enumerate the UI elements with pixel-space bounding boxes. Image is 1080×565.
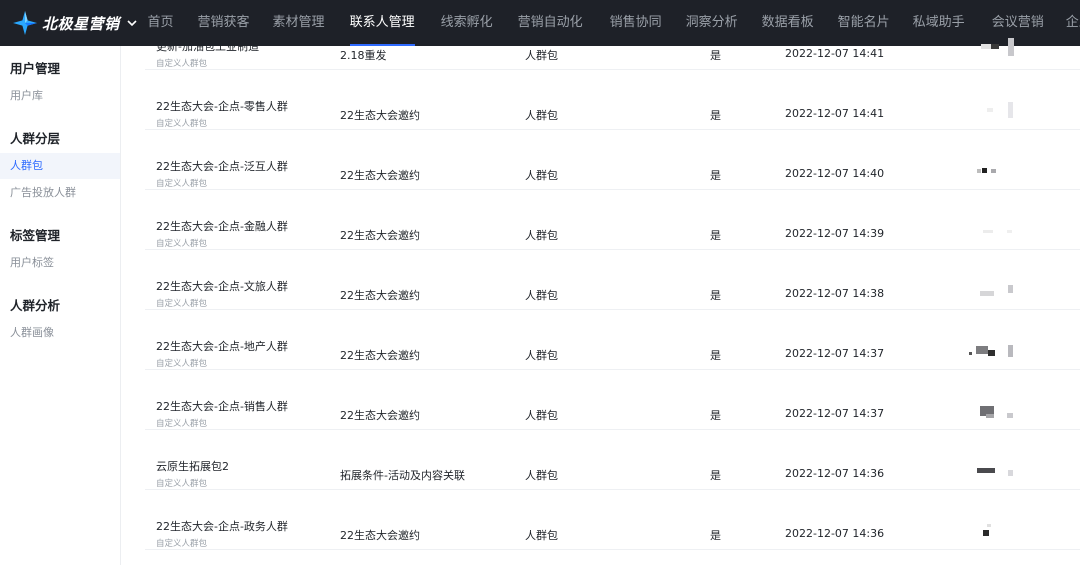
row-name[interactable]: 22生态大会-企点-文旅人群 <box>156 278 288 294</box>
row-source: 拓展条件-活动及内容关联 <box>340 469 465 482</box>
row-flag: 是 <box>710 49 721 62</box>
row-subtitle: 自定义人群包 <box>156 359 208 369</box>
row-type: 人群包 <box>525 169 558 182</box>
chevron-down-icon <box>126 20 137 27</box>
row-time: 2022-12-07 14:40 <box>785 167 885 180</box>
brand-switcher[interactable]: 北极星营销 <box>0 0 138 46</box>
row-time: 2022-12-07 14:36 <box>785 527 885 540</box>
row-source: 22生态大会邀约 <box>340 229 420 242</box>
row-name[interactable]: 22生态大会-企点-泛互人群 <box>156 158 288 174</box>
row-time: 2022-12-07 14:41 <box>785 47 885 60</box>
row-type: 人群包 <box>525 469 558 482</box>
row-source: 22生态大会邀约 <box>340 409 420 422</box>
row-name[interactable]: 云原生拓展包2 <box>156 458 229 474</box>
row-subtitle: 自定义人群包 <box>156 539 208 549</box>
row-source: 2.18重发 <box>340 49 387 62</box>
table-row[interactable]: 云原生拓展包2 自定义人群包 拓展条件-活动及内容关联 人群包 是 2022-1… <box>145 430 1080 490</box>
row-time: 2022-12-07 14:36 <box>785 467 885 480</box>
redacted-actions <box>965 130 1045 190</box>
sidebar-group-audience-analysis: 人群分析 <box>10 298 61 313</box>
row-subtitle: 自定义人群包 <box>156 299 208 309</box>
row-subtitle: 自定义人群包 <box>156 239 208 249</box>
table-row[interactable]: 22生态大会-企点-政务人群 自定义人群包 22生态大会邀约 人群包 是 202… <box>145 490 1080 550</box>
table-row[interactable]: 更新-加油包工业制造 自定义人群包 2.18重发 人群包 是 2022-12-0… <box>145 10 1080 70</box>
row-type: 人群包 <box>525 349 558 362</box>
row-name[interactable]: 更新-加油包工业制造 <box>156 38 259 54</box>
sidebar-group-user-management: 用户管理 <box>10 61 61 76</box>
row-time: 2022-12-07 14:37 <box>785 347 885 360</box>
row-name[interactable]: 22生态大会-企点-地产人群 <box>156 338 288 354</box>
redacted-actions <box>965 430 1045 490</box>
sidebar-group-segmentation: 人群分层 <box>10 131 61 146</box>
star-logo-icon <box>13 11 37 35</box>
row-source: 22生态大会邀约 <box>340 289 420 302</box>
sidebar-item-audience-portrait[interactable]: 人群画像 <box>0 320 120 346</box>
sidebar-item-user-tags[interactable]: 用户标签 <box>0 250 120 276</box>
row-source: 22生态大会邀约 <box>340 169 420 182</box>
row-flag: 是 <box>710 529 721 542</box>
row-type: 人群包 <box>525 49 558 62</box>
redacted-actions <box>965 70 1045 130</box>
row-time: 2022-12-07 14:37 <box>785 407 885 420</box>
row-time: 2022-12-07 14:39 <box>785 227 885 240</box>
row-subtitle: 自定义人群包 <box>156 419 208 429</box>
row-flag: 是 <box>710 289 721 302</box>
sidebar-item-ad-audience[interactable]: 广告投放人群 <box>0 180 120 206</box>
redacted-actions <box>965 190 1045 250</box>
row-type: 人群包 <box>525 289 558 302</box>
sidebar-group-tag-management: 标签管理 <box>10 228 61 243</box>
row-type: 人群包 <box>525 109 558 122</box>
row-flag: 是 <box>710 409 721 422</box>
row-flag: 是 <box>710 469 721 482</box>
table-row[interactable]: 22生态大会-企点-地产人群 自定义人群包 22生态大会邀约 人群包 是 202… <box>145 310 1080 370</box>
row-type: 人群包 <box>525 529 558 542</box>
row-subtitle: 自定义人群包 <box>156 479 208 489</box>
redacted-actions <box>965 310 1045 370</box>
sidebar-item-user-library[interactable]: 用户库 <box>0 83 120 109</box>
row-flag: 是 <box>710 349 721 362</box>
table-row[interactable]: 22生态大会-企点-销售人群 自定义人群包 22生态大会邀约 人群包 是 202… <box>145 370 1080 430</box>
row-name[interactable]: 22生态大会-企点-金融人群 <box>156 218 288 234</box>
row-source: 22生态大会邀约 <box>340 349 420 362</box>
redacted-actions <box>965 10 1045 70</box>
row-source: 22生态大会邀约 <box>340 529 420 542</box>
row-time: 2022-12-07 14:41 <box>785 107 885 120</box>
row-name[interactable]: 22生态大会-企点-销售人群 <box>156 398 288 414</box>
row-source: 22生态大会邀约 <box>340 109 420 122</box>
row-subtitle: 自定义人群包 <box>156 119 208 129</box>
row-flag: 是 <box>710 229 721 242</box>
row-subtitle: 自定义人群包 <box>156 59 208 69</box>
redacted-actions <box>965 490 1045 550</box>
row-type: 人群包 <box>525 229 558 242</box>
sidebar-item-audience-pack[interactable]: 人群包 <box>0 153 120 179</box>
redacted-actions <box>965 370 1045 430</box>
table-row[interactable]: 22生态大会-企点-金融人群 自定义人群包 22生态大会邀约 人群包 是 202… <box>145 190 1080 250</box>
row-flag: 是 <box>710 169 721 182</box>
sidebar: 用户管理 用户库 人群分层 人群包 广告投放人群 标签管理 用户标签 人群分析 … <box>0 46 121 565</box>
row-subtitle: 自定义人群包 <box>156 179 208 189</box>
row-name[interactable]: 22生态大会-企点-零售人群 <box>156 98 288 114</box>
redacted-actions <box>965 250 1045 310</box>
brand-name: 北极星营销 <box>42 14 120 33</box>
table-row[interactable]: 22生态大会-企点-文旅人群 自定义人群包 22生态大会邀约 人群包 是 202… <box>145 250 1080 310</box>
row-name[interactable]: 22生态大会-企点-政务人群 <box>156 518 288 534</box>
table-row[interactable]: 22生态大会-企点-泛互人群 自定义人群包 22生态大会邀约 人群包 是 202… <box>145 130 1080 190</box>
row-type: 人群包 <box>525 409 558 422</box>
table-row[interactable]: 22生态大会-企点-零售人群 自定义人群包 22生态大会邀约 人群包 是 202… <box>145 70 1080 130</box>
row-flag: 是 <box>710 109 721 122</box>
row-time: 2022-12-07 14:38 <box>785 287 885 300</box>
